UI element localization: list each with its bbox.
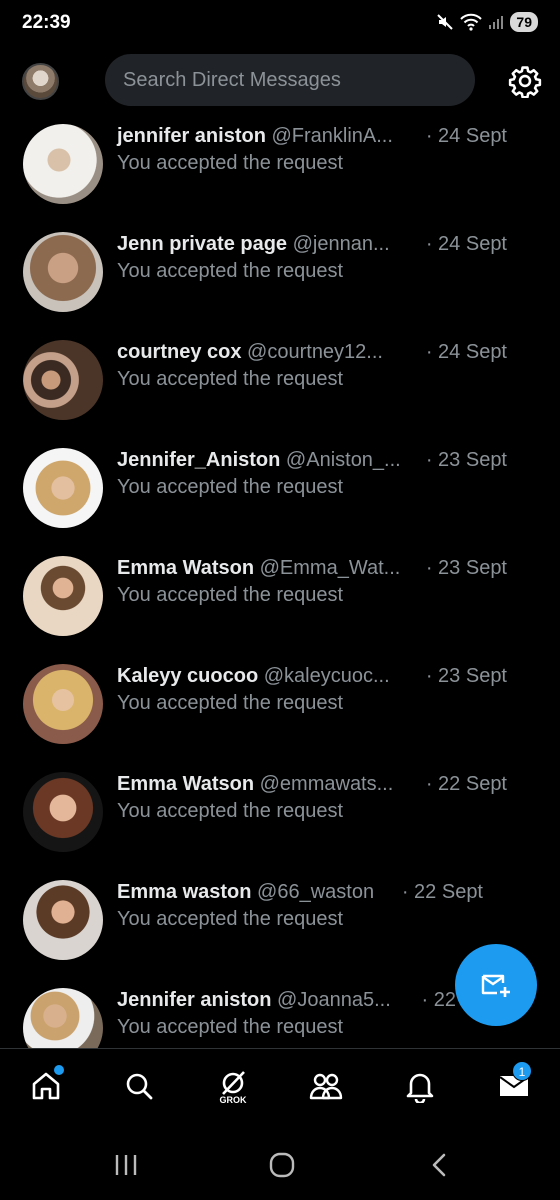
system-nav-bar — [0, 1130, 560, 1200]
conversation-list: jennifer aniston @FranklinA... · 24 Sept… — [0, 108, 560, 1048]
grok-icon — [222, 1071, 245, 1095]
message-date: 24 Sept — [438, 125, 507, 147]
settings-gear-icon[interactable] — [508, 64, 542, 98]
message-preview: You accepted the request — [117, 584, 344, 606]
message-preview: You accepted the request — [117, 476, 344, 498]
conversation-row[interactable]: Jennifer_Aniston @Aniston_... · 23 Sept … — [0, 432, 560, 540]
message-preview: You accepted the request — [117, 368, 344, 390]
contact-handle: @Emma_Wat... — [259, 557, 401, 579]
communities-icon — [309, 1073, 343, 1100]
conversation-row[interactable]: Emma Watson @Emma_Wat... · 23 Sept You a… — [0, 540, 560, 648]
contact-handle: @emmawats... — [259, 773, 394, 795]
contact-handle: @Joanna5... — [277, 989, 391, 1011]
conversation-row[interactable]: Jenn private page @jennan... · 24 Sept Y… — [0, 216, 560, 324]
nav-home[interactable] — [26, 1069, 66, 1111]
contact-name: Kaleyy cuocoo — [117, 665, 259, 687]
messages-badge: 1 — [512, 1061, 532, 1081]
new-message-button[interactable] — [455, 944, 537, 1026]
contact-name: Jenn private page — [117, 233, 288, 255]
contact-handle: @courtney12... — [247, 341, 383, 363]
avatar — [23, 232, 103, 312]
bottom-nav: GROK 1 — [0, 1048, 560, 1130]
avatar — [23, 448, 103, 528]
avatar — [23, 124, 103, 204]
contact-handle: @66_waston — [257, 881, 375, 903]
message-preview: You accepted the request — [117, 692, 344, 714]
contact-name: Emma waston — [117, 881, 252, 903]
notifications-bell-icon — [406, 1073, 434, 1103]
contact-name: jennifer aniston — [117, 125, 266, 147]
wifi-icon — [460, 13, 483, 31]
message-date: 22 — [433, 989, 456, 1011]
search-placeholder: Search Direct Messages — [123, 68, 341, 91]
avatar — [23, 772, 103, 852]
search-input[interactable]: Search Direct Messages — [105, 54, 475, 106]
back-icon[interactable] — [426, 1151, 454, 1179]
contact-name: courtney cox — [117, 341, 242, 363]
avatar — [23, 880, 103, 960]
conversation-row[interactable]: courtney cox @courtney12... · 24 Sept Yo… — [0, 324, 560, 432]
message-preview: You accepted the request — [117, 908, 344, 930]
message-preview: You accepted the request — [117, 152, 344, 174]
profile-avatar[interactable] — [22, 63, 59, 100]
message-date: 22 Sept — [438, 773, 507, 795]
avatar — [23, 988, 103, 1048]
message-date: 24 Sept — [438, 233, 507, 255]
contact-name: Emma Watson — [117, 557, 255, 579]
message-date: 23 Sept — [438, 665, 507, 687]
avatar — [23, 664, 103, 744]
mute-icon — [437, 14, 454, 30]
contact-handle: @jennan... — [292, 233, 390, 255]
message-date: 23 Sept — [438, 557, 507, 579]
recents-icon[interactable] — [112, 1152, 140, 1178]
conversation-row[interactable]: Kaleyy cuocoo @kaleycuoc... · 23 Sept Yo… — [0, 648, 560, 756]
dm-header: Search Direct Messages — [0, 54, 560, 108]
status-bar: 22:39 79 — [0, 0, 560, 50]
message-preview: You accepted the request — [117, 800, 344, 822]
search-icon — [126, 1073, 153, 1100]
nav-communities[interactable] — [306, 1069, 346, 1111]
avatar — [23, 556, 103, 636]
nav-search[interactable] — [119, 1069, 159, 1111]
message-date: 23 Sept — [438, 449, 507, 471]
message-preview: You accepted the request — [117, 260, 344, 282]
contact-name: Emma Watson — [117, 773, 255, 795]
signal-icon — [489, 16, 504, 29]
contact-handle: @FranklinA... — [271, 125, 393, 147]
contact-name: Jennifer_Aniston — [117, 449, 281, 471]
message-date: 22 Sept — [414, 881, 483, 903]
home-button-icon[interactable] — [268, 1151, 296, 1179]
contact-handle: @Aniston_... — [285, 449, 401, 471]
message-date: 24 Sept — [438, 341, 507, 363]
message-preview: You accepted the request — [117, 1016, 344, 1038]
avatar — [23, 340, 103, 420]
conversation-row[interactable]: Emma Watson @emmawats... · 22 Sept You a… — [0, 756, 560, 864]
contact-handle: @kaleycuoc... — [263, 665, 390, 687]
contact-name: Jennifer aniston — [117, 989, 272, 1011]
nav-grok[interactable]: GROK — [213, 1069, 253, 1111]
new-message-icon — [481, 974, 510, 997]
nav-notifications[interactable] — [400, 1069, 440, 1111]
status-icons: 79 — [436, 12, 538, 32]
conversation-row[interactable]: jennifer aniston @FranklinA... · 24 Sept… — [0, 108, 560, 216]
battery-level: 79 — [510, 12, 538, 32]
grok-label: GROK — [219, 1095, 247, 1105]
status-time: 22:39 — [22, 12, 71, 33]
home-notification-dot — [54, 1065, 64, 1075]
